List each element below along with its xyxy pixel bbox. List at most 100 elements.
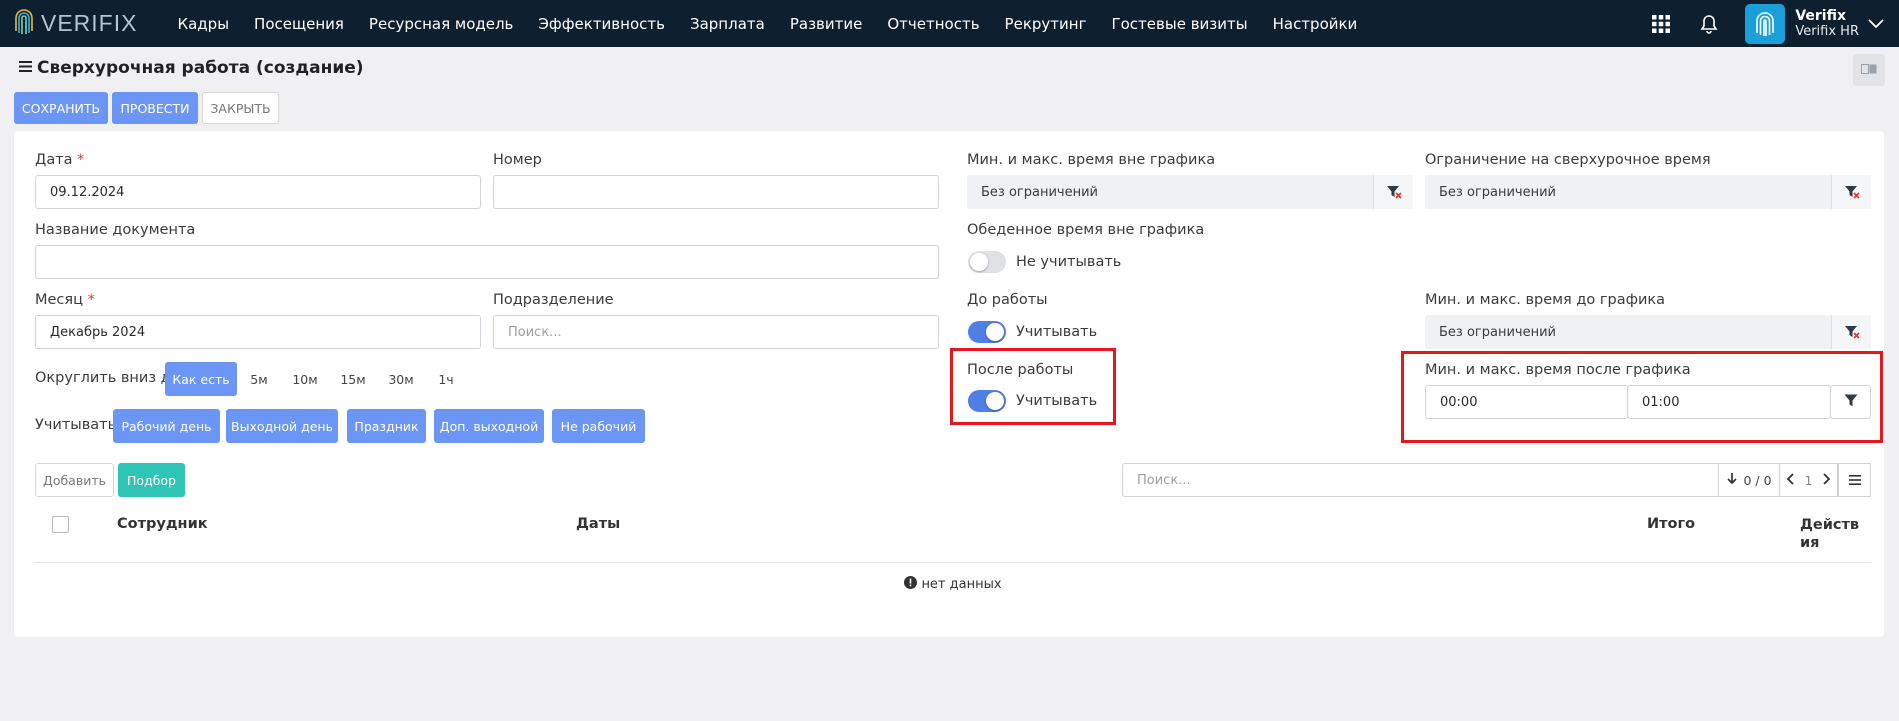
- nav-item-guest-visits[interactable]: Гостевые визиты: [1111, 15, 1247, 33]
- lunch-label: Обеденное время вне графика: [967, 222, 1205, 238]
- before-work-toggle[interactable]: [968, 321, 1006, 343]
- toggle-knob: [970, 253, 988, 271]
- outside-minmax-value: Без ограничений: [981, 184, 1098, 200]
- date-input[interactable]: 09.12.2024: [35, 175, 481, 209]
- page-number: 1: [1804, 472, 1813, 488]
- select-all-checkbox[interactable]: [52, 516, 69, 533]
- user-name: Verifix: [1795, 7, 1847, 24]
- outside-minmax-field[interactable]: Без ограничений: [967, 175, 1413, 209]
- round-option-15m[interactable]: 15м: [333, 362, 373, 396]
- lunch-toggle-label: Не учитывать: [1016, 254, 1122, 270]
- before-minmax-value: Без ограничений: [1439, 324, 1556, 340]
- col-employee[interactable]: Сотрудник: [117, 516, 208, 532]
- chevron-down-icon[interactable]: [1867, 12, 1885, 36]
- overtime-limit-label: Ограничение на сверхурочное время: [1425, 152, 1711, 168]
- round-option-as-is[interactable]: Как есть: [165, 362, 237, 396]
- topbar-right: Verifix Verifix HR: [1649, 0, 1899, 47]
- consider-option-holiday[interactable]: Праздник: [347, 409, 426, 443]
- top-navbar: VERIFIX Кадры Посещения Ресурсная модель…: [0, 0, 1899, 47]
- filter-clear-icon[interactable]: [1831, 175, 1871, 209]
- fingerprint-logo-icon: [13, 7, 35, 41]
- logo[interactable]: VERIFIX: [13, 0, 137, 47]
- page-title: Сверхурочная работа (создание): [37, 58, 364, 78]
- empty-text: нет данных: [921, 577, 1002, 592]
- col-actions-line1: Действ: [1800, 517, 1860, 533]
- nav-item-hr[interactable]: Кадры: [177, 15, 229, 33]
- translate-icon: [1861, 62, 1877, 78]
- consider-option-extra-dayoff[interactable]: Доп. выходной: [434, 409, 544, 443]
- translate-button[interactable]: [1853, 54, 1885, 86]
- action-bar: СОХРАНИТЬ ПРОВЕСТИ ЗАКРЫТЬ: [14, 92, 283, 124]
- table-search-input[interactable]: Поиск...: [1122, 463, 1719, 497]
- before-work-toggle-label: Учитывать: [1016, 324, 1098, 340]
- save-button[interactable]: СОХРАНИТЬ: [14, 92, 108, 124]
- chevron-right-icon[interactable]: [1823, 472, 1831, 488]
- division-input[interactable]: Поиск...: [493, 315, 939, 349]
- number-label: Номер: [493, 152, 542, 168]
- round-option-5m[interactable]: 5м: [242, 362, 276, 396]
- lunch-toggle-row: Не учитывать: [968, 251, 1121, 273]
- nav-item-development[interactable]: Развитие: [790, 15, 863, 33]
- bell-icon[interactable]: [1697, 12, 1721, 36]
- highlight-after-work: [950, 348, 1116, 425]
- month-input[interactable]: Декабрь 2024: [35, 315, 481, 349]
- consider-option-weekend[interactable]: Выходной день: [226, 409, 338, 443]
- col-total[interactable]: Итого: [1647, 516, 1695, 532]
- division-label: Подразделение: [493, 292, 614, 308]
- pagination: 1: [1779, 463, 1838, 497]
- user-info[interactable]: Verifix Verifix HR: [1795, 8, 1859, 40]
- main-nav: Кадры Посещения Ресурсная модель Эффекти…: [177, 0, 1382, 47]
- overtime-limit-value: Без ограничений: [1439, 184, 1556, 200]
- nav-item-attendance[interactable]: Посещения: [254, 15, 344, 33]
- outside-minmax-label: Мин. и макс. время вне графика: [967, 152, 1216, 168]
- add-button[interactable]: Добавить: [35, 463, 114, 497]
- month-label-text: Месяц: [35, 292, 83, 308]
- nav-item-settings[interactable]: Настройки: [1273, 15, 1358, 33]
- lunch-toggle[interactable]: [968, 251, 1006, 273]
- required-mark: *: [77, 152, 85, 168]
- before-minmax-label: Мин. и макс. время до графика: [1425, 292, 1666, 308]
- date-label: Дата *: [35, 152, 84, 168]
- consider-label: Учитывать:: [35, 417, 122, 433]
- round-option-1h[interactable]: 1ч: [429, 362, 463, 396]
- chevron-left-icon[interactable]: [1786, 472, 1794, 488]
- round-option-30m[interactable]: 30м: [381, 362, 421, 396]
- pick-button[interactable]: Подбор: [118, 463, 185, 497]
- round-option-10m[interactable]: 10м: [285, 362, 325, 396]
- number-input[interactable]: [493, 175, 939, 209]
- filter-clear-icon[interactable]: [1831, 315, 1871, 349]
- nav-item-salary[interactable]: Зарплата: [690, 15, 765, 33]
- consider-option-nonworking[interactable]: Не рабочий: [552, 409, 645, 443]
- before-work-label: До работы: [967, 292, 1048, 308]
- avatar[interactable]: [1745, 3, 1786, 44]
- col-dates[interactable]: Даты: [576, 516, 620, 532]
- nav-item-efficiency[interactable]: Эффективность: [538, 15, 665, 33]
- required-mark: *: [87, 292, 95, 308]
- column-settings-button[interactable]: [1838, 463, 1871, 497]
- empty-state: нет данных: [35, 576, 1871, 593]
- highlight-after-minmax: [1401, 351, 1883, 443]
- sort-count[interactable]: 0 / 0: [1718, 463, 1780, 497]
- menu-icon[interactable]: [19, 60, 32, 76]
- logo-text: VERIFIX: [41, 10, 138, 36]
- page-header: Сверхурочная работа (создание): [19, 58, 364, 78]
- close-button[interactable]: ЗАКРЫТЬ: [202, 92, 279, 124]
- col-actions[interactable]: Действ ия: [1800, 516, 1859, 552]
- doc-name-label: Название документа: [35, 222, 196, 238]
- consider-option-workday[interactable]: Рабочий день: [113, 409, 220, 443]
- apps-grid-icon[interactable]: [1649, 12, 1673, 36]
- post-button[interactable]: ПРОВЕСТИ: [112, 92, 198, 124]
- arrow-down-icon: [1726, 472, 1738, 488]
- nav-item-recruiting[interactable]: Рекрутинг: [1005, 15, 1087, 33]
- round-label: Округлить вниз до:: [35, 370, 185, 386]
- toggle-knob: [986, 323, 1004, 341]
- nav-item-resource-model[interactable]: Ресурсная модель: [369, 15, 513, 33]
- user-company: Verifix HR: [1795, 23, 1859, 39]
- record-count: 0 / 0: [1743, 472, 1772, 488]
- nav-item-reports[interactable]: Отчетность: [887, 15, 979, 33]
- before-minmax-field[interactable]: Без ограничений: [1425, 315, 1871, 349]
- overtime-limit-field[interactable]: Без ограничений: [1425, 175, 1871, 209]
- filter-clear-icon[interactable]: [1373, 175, 1413, 209]
- month-label: Месяц *: [35, 292, 95, 308]
- doc-name-input[interactable]: [35, 245, 939, 279]
